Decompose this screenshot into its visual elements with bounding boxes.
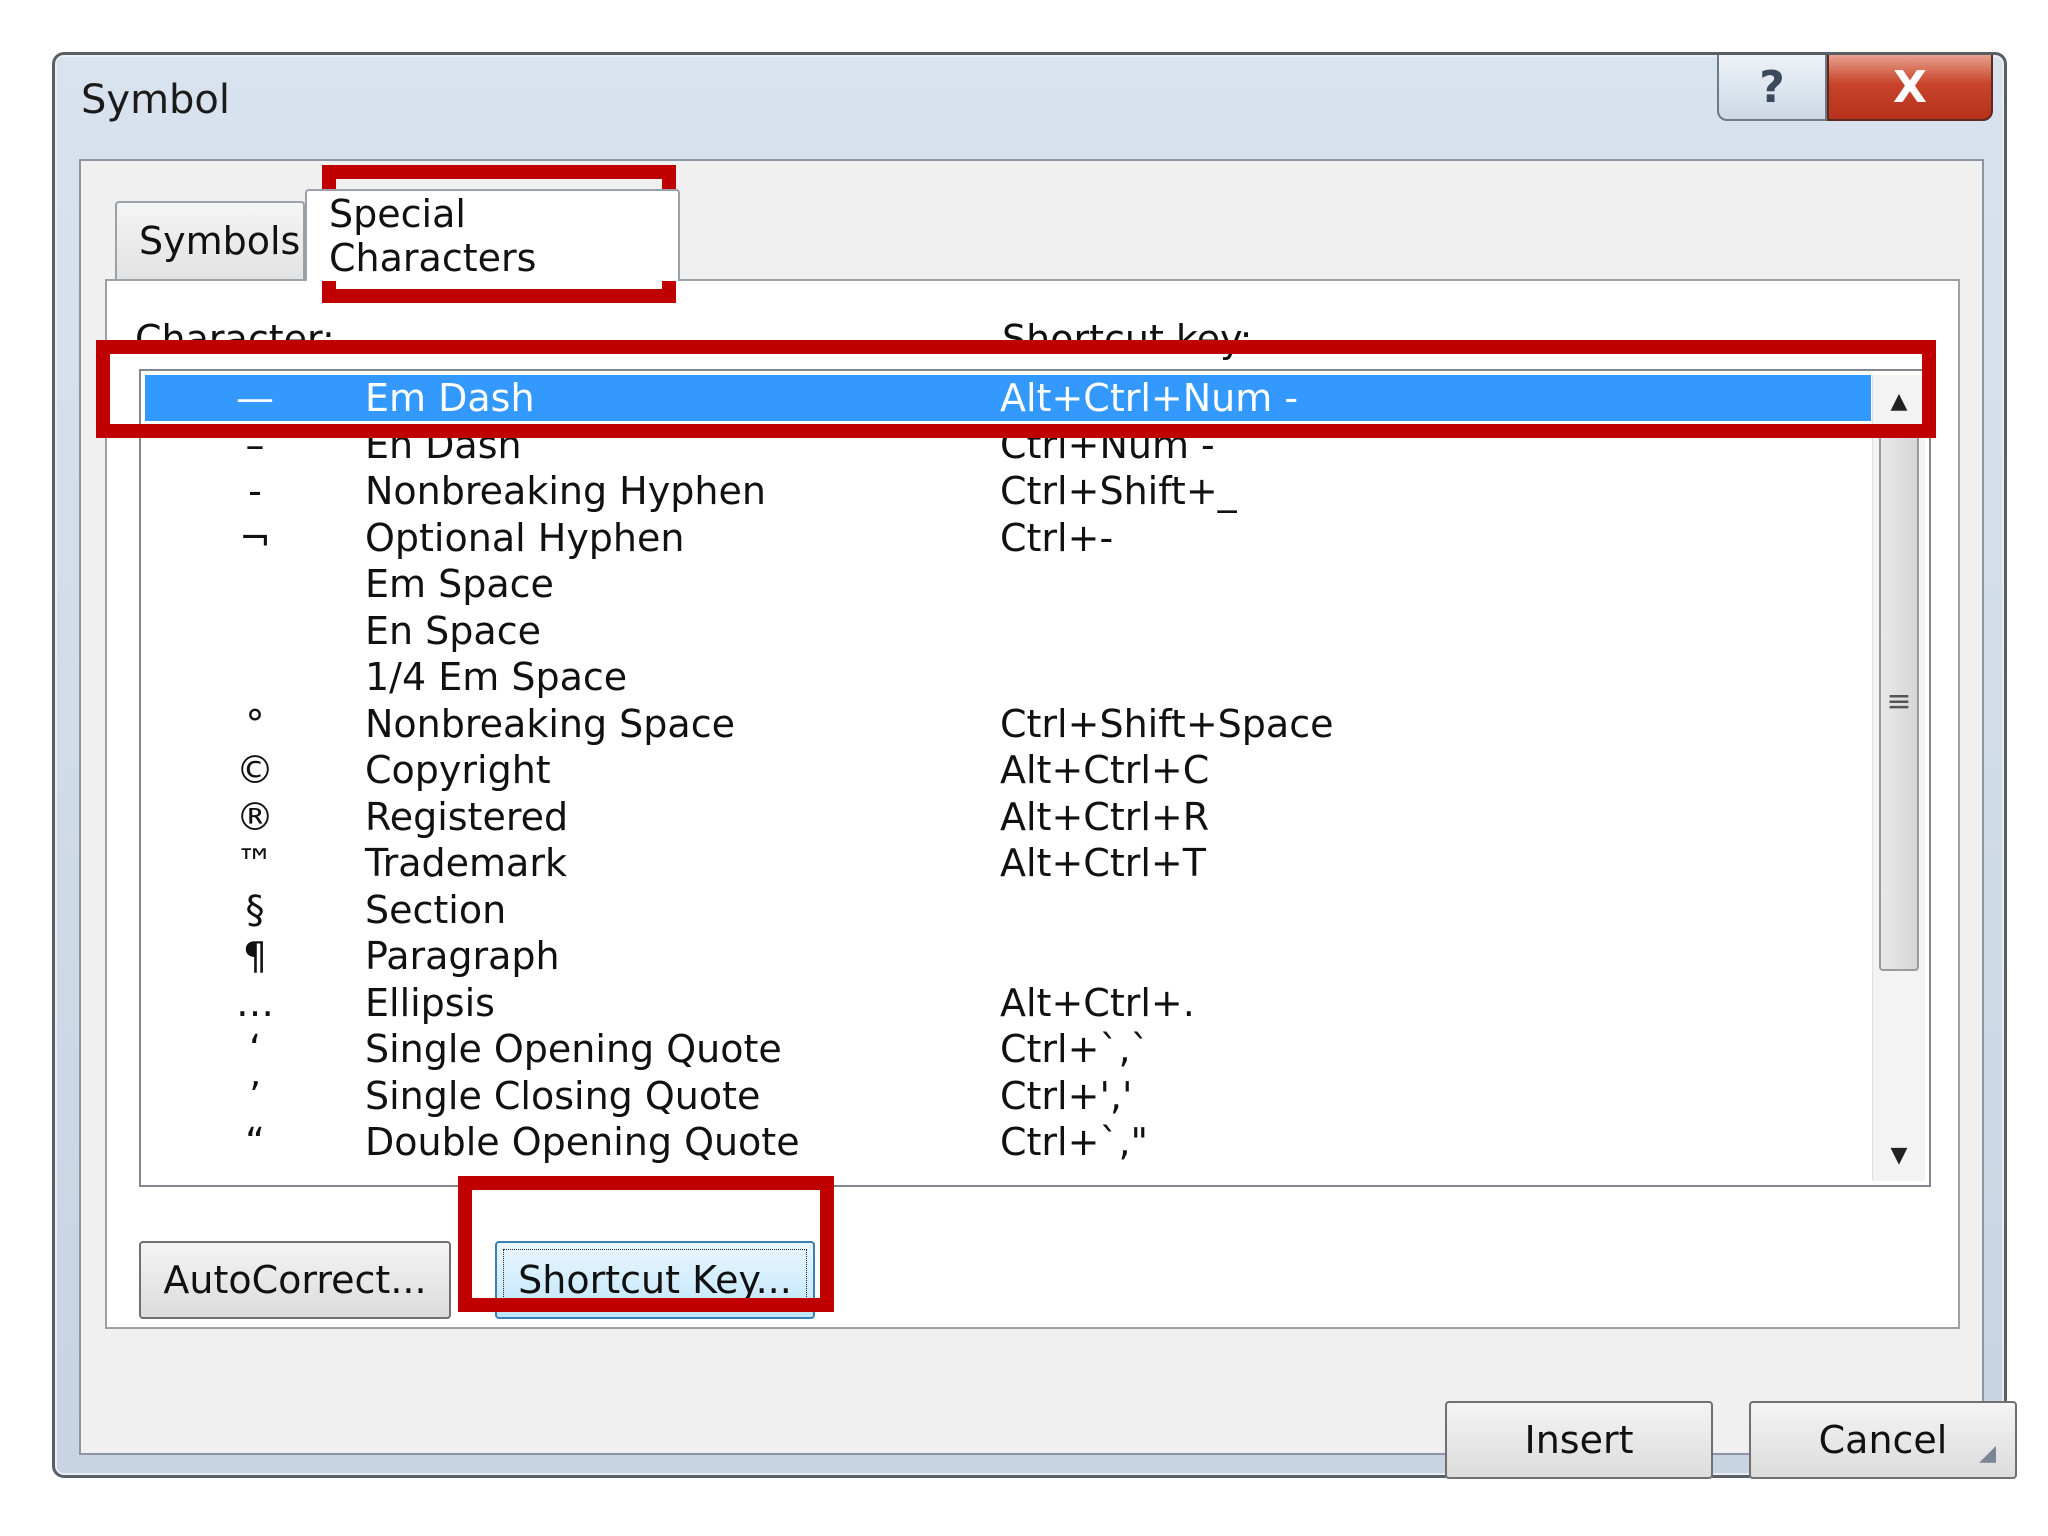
- character-name: En Space: [365, 608, 541, 653]
- list-item[interactable]: – En Dash Ctrl+Num -: [145, 422, 1871, 468]
- character-glyph: “: [245, 1120, 265, 1164]
- character-glyph: ©: [236, 748, 274, 792]
- character-name: Single Closing Quote: [365, 1073, 761, 1118]
- help-icon: ?: [1759, 61, 1785, 113]
- resize-grip-icon[interactable]: ◢: [1970, 1441, 1996, 1467]
- character-name: Single Opening Quote: [365, 1027, 782, 1071]
- character-name: Em Dash: [365, 376, 535, 420]
- shortcut-key: Ctrl+Shift+Space: [1000, 701, 1334, 746]
- character-name: Em Space: [365, 562, 554, 606]
- cancel-button-label: Cancel: [1818, 1418, 1948, 1462]
- character-name: Nonbreaking Hyphen: [365, 469, 766, 513]
- list-item[interactable]: ¶ Paragraph: [145, 933, 1871, 979]
- character-glyph: ‘: [248, 1027, 262, 1071]
- shortcut-key: Alt+Ctrl+.: [1000, 980, 1195, 1025]
- shortcut-key: Ctrl+Shift+_: [1000, 469, 1237, 513]
- list-item[interactable]: En Space: [145, 608, 1871, 654]
- list-item[interactable]: … Ellipsis Alt+Ctrl+.: [145, 980, 1871, 1026]
- list-item[interactable]: Em Space: [145, 561, 1871, 607]
- insert-button[interactable]: Insert: [1445, 1401, 1713, 1479]
- tab-symbols[interactable]: Symbols: [115, 201, 305, 279]
- close-icon: X: [1893, 61, 1927, 113]
- character-name: Trademark: [365, 841, 567, 885]
- character-glyph: —: [236, 376, 274, 420]
- tab-symbols-label: Symbols: [139, 219, 301, 263]
- list-item[interactable]: — Em Dash Alt+Ctrl+Num -: [145, 375, 1871, 421]
- dialog-client-area: Symbols Special Characters Character: Sh…: [79, 159, 2017, 1479]
- shortcut-key: Alt+Ctrl+T: [1000, 841, 1206, 885]
- tab-special-characters-label: Special Characters: [329, 192, 537, 280]
- character-name: Registered: [365, 794, 569, 839]
- character-glyph: ¬: [239, 515, 271, 560]
- shortcut-key: Ctrl+`,": [1000, 1120, 1149, 1164]
- shortcut-key: Ctrl+`,`: [1000, 1027, 1150, 1071]
- list-item[interactable]: © Copyright Alt+Ctrl+C: [145, 747, 1871, 793]
- list-item[interactable]: - Nonbreaking Hyphen Ctrl+Shift+_: [145, 468, 1871, 514]
- character-glyph: …: [236, 980, 274, 1025]
- character-name: Nonbreaking Space: [365, 701, 735, 746]
- cancel-button[interactable]: Cancel: [1749, 1401, 2017, 1479]
- character-glyph: °: [245, 701, 265, 746]
- character-name: Copyright: [365, 748, 551, 792]
- scroll-up-arrow-icon[interactable]: ▲: [1873, 375, 1925, 427]
- list-item[interactable]: “ Double Opening Quote Ctrl+`,": [145, 1119, 1871, 1165]
- character-name: Section: [365, 887, 507, 932]
- autocorrect-button[interactable]: AutoCorrect...: [139, 1241, 451, 1319]
- special-characters-panel: Character: Shortcut key: — Em Dash Alt+Ctr…: [105, 279, 1960, 1329]
- shortcut-key: Alt+Ctrl+Num -: [1000, 376, 1299, 420]
- dialog-title: Symbol: [81, 77, 231, 123]
- tab-special-characters[interactable]: Special Characters: [305, 189, 680, 281]
- shortcut-key: Ctrl+-: [1000, 515, 1114, 560]
- list-item[interactable]: ° Nonbreaking Space Ctrl+Shift+Space: [145, 701, 1871, 747]
- help-button[interactable]: ?: [1717, 55, 1827, 121]
- shortcut-key-button[interactable]: Shortcut Key...: [495, 1241, 815, 1319]
- character-name: Double Opening Quote: [365, 1120, 800, 1164]
- autocorrect-button-label: AutoCorrect...: [163, 1258, 427, 1302]
- character-glyph: ’: [248, 1073, 262, 1118]
- symbol-dialog: Symbol ? X Symbols Special Characters Ch…: [52, 52, 2017, 1479]
- character-glyph: ™: [236, 841, 274, 885]
- special-characters-list[interactable]: — Em Dash Alt+Ctrl+Num - – En Dash Ctrl+Num -…: [139, 369, 1931, 1187]
- insert-button-label: Insert: [1524, 1418, 1634, 1462]
- character-glyph: -: [248, 469, 262, 513]
- scroll-grip-icon: ≡: [1886, 683, 1912, 719]
- character-glyph: ¶: [242, 934, 268, 978]
- shortcut-key: Ctrl+',': [1000, 1073, 1133, 1118]
- close-button[interactable]: X: [1827, 55, 1993, 121]
- list-scrollbar[interactable]: ▲ ≡ ▼: [1872, 375, 1925, 1181]
- shortcut-key: Ctrl+Num -: [1000, 422, 1215, 467]
- character-name: Ellipsis: [365, 980, 495, 1025]
- character-column-header: Character:: [135, 317, 335, 361]
- list-item[interactable]: ’ Single Closing Quote Ctrl+',': [145, 1073, 1871, 1119]
- character-name: En Dash: [365, 422, 522, 467]
- character-name: Optional Hyphen: [365, 515, 685, 560]
- character-glyph: ®: [236, 794, 274, 839]
- list-item[interactable]: 1/4 Em Space: [145, 654, 1871, 700]
- shortcut-key: Alt+Ctrl+R: [1000, 794, 1210, 839]
- shortcut-column-header: Shortcut key:: [1002, 317, 1253, 361]
- list-item[interactable]: ™ Trademark Alt+Ctrl+T: [145, 840, 1871, 886]
- character-name: 1/4 Em Space: [365, 655, 628, 699]
- scroll-down-arrow-icon[interactable]: ▼: [1873, 1129, 1925, 1181]
- scroll-thumb[interactable]: ≡: [1879, 431, 1919, 971]
- list-item[interactable]: ¬ Optional Hyphen Ctrl+-: [145, 515, 1871, 561]
- list-item[interactable]: § Section: [145, 887, 1871, 933]
- character-glyph: –: [245, 422, 265, 467]
- character-glyph: §: [245, 887, 265, 932]
- character-name: Paragraph: [365, 934, 560, 978]
- shortcut-key: Alt+Ctrl+C: [1000, 748, 1210, 792]
- focus-rectangle: [503, 1249, 807, 1311]
- list-item[interactable]: ® Registered Alt+Ctrl+R: [145, 794, 1871, 840]
- list-item[interactable]: ‘ Single Opening Quote Ctrl+`,`: [145, 1026, 1871, 1072]
